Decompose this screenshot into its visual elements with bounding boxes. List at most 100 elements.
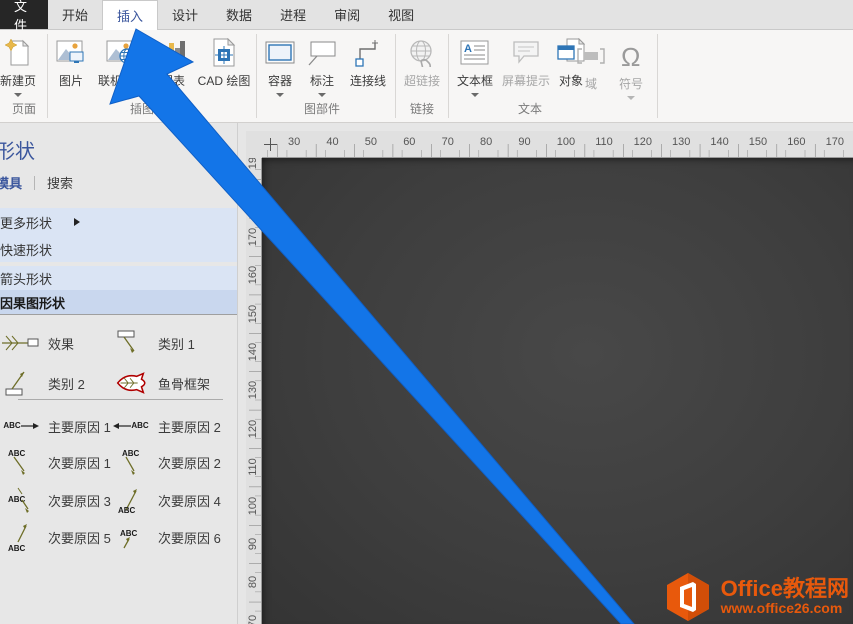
stencil-item-secondary-cause2[interactable]: ABC 次要原因 2 <box>112 445 221 479</box>
svg-text:ABC: ABC <box>8 544 26 552</box>
stencil-item-label: 鱼骨框架 <box>158 374 210 393</box>
symbol-label: 符号 <box>619 75 643 92</box>
section-arrow-shapes[interactable]: 箭头形状 <box>0 266 238 290</box>
hruler-label: 100 <box>557 136 575 148</box>
tab-view[interactable]: 视图 <box>374 0 428 29</box>
stencil-item-secondary-cause1[interactable]: ABC 次要原因 1 <box>2 445 111 479</box>
hruler-label: 170 <box>826 136 844 148</box>
stencil-item-fishbone-frame[interactable]: 鱼骨框架 <box>112 366 210 400</box>
container-label: 容器 <box>268 72 292 89</box>
tab-review[interactable]: 审阅 <box>320 0 374 29</box>
category2-shape-icon <box>2 368 40 398</box>
online-picture-label: 联机图片 <box>98 72 146 89</box>
drawing-canvas[interactable]: Office教程网 www.office26.com <box>262 158 853 624</box>
tab-design[interactable]: 设计 <box>158 0 212 29</box>
stencil-item-secondary-cause6[interactable]: ABC 次要原因 6 <box>112 520 221 554</box>
horizontal-ruler[interactable]: 30405060708090100110120130140150160170 <box>262 131 853 158</box>
stencil-item-secondary-cause4[interactable]: ABC 次要原因 4 <box>112 483 221 517</box>
dropdown-caret-icon <box>318 93 326 97</box>
abc-diagonal-down-arrow-icon: ABC <box>2 447 40 477</box>
vruler-label: 90 <box>247 532 259 556</box>
hruler-label: 120 <box>634 136 652 148</box>
connector-label: 连接线 <box>350 72 386 89</box>
ribbon: 新建页 页面 图片 <box>0 30 853 123</box>
svg-text:ABC: ABC <box>122 449 140 458</box>
hruler-label: 80 <box>480 136 492 148</box>
cause-effect-label: 因果图形状 <box>0 293 65 312</box>
hruler-label: 150 <box>749 136 767 148</box>
online-picture-icon <box>106 37 138 69</box>
vruler-label: 190 <box>247 158 259 172</box>
stencil-item-secondary-cause5[interactable]: ABC 次要原因 5 <box>2 520 111 554</box>
text-box-label: 文本框 <box>457 72 493 89</box>
vruler-label: 160 <box>247 263 259 287</box>
callout-icon <box>307 37 337 69</box>
svg-text:ABC: ABC <box>8 449 26 458</box>
stencil-item-label: 次要原因 4 <box>158 491 221 510</box>
callout-label: 标注 <box>310 72 334 89</box>
stencil-item-label: 次要原因 1 <box>48 453 111 472</box>
picture-label: 图片 <box>59 72 83 89</box>
shapes-panel-title: 形状 <box>0 135 35 164</box>
vruler-label: 100 <box>247 494 259 518</box>
abc-diagonal-up-arrow-icon: ABC <box>112 485 150 515</box>
symbol-icon: Ω <box>617 40 645 72</box>
vruler-label: 140 <box>247 340 259 364</box>
chart-icon <box>160 37 186 69</box>
stencil-item-main-cause2[interactable]: ABC 主要原因 2 <box>112 409 221 443</box>
screen-tip-label: 屏幕提示 <box>502 72 550 89</box>
ribbon-tab-bar: 文件 开始 插入 设计 数据 进程 审阅 视图 <box>0 0 853 30</box>
vruler-label: 150 <box>247 302 259 326</box>
svg-text:ABC: ABC <box>8 495 26 504</box>
abc-diagonal-down-arrow-icon: ABC <box>2 485 40 515</box>
svg-text:A: A <box>464 43 472 55</box>
tab-stencils[interactable]: 模具 <box>0 173 22 192</box>
tab-insert[interactable]: 插入 <box>102 0 158 30</box>
vertical-ruler[interactable]: 190180170160150140130120110100908070 <box>246 158 262 624</box>
tab-search[interactable]: 搜索 <box>47 173 73 192</box>
hruler-label: 130 <box>672 136 690 148</box>
stencil-item-label: 类别 2 <box>48 374 85 393</box>
dropdown-caret-icon <box>627 96 635 100</box>
vruler-label: 170 <box>247 225 259 249</box>
stencil-item-category1[interactable]: 类别 1 <box>112 326 195 360</box>
stencil-item-effect[interactable]: 效果 <box>2 326 74 360</box>
stencil-item-label: 主要原因 2 <box>158 417 221 436</box>
vruler-label: 110 <box>247 455 259 479</box>
hyperlink-icon <box>407 37 437 69</box>
dropdown-caret-icon <box>471 93 479 97</box>
section-more-shapes[interactable]: 更多形状 <box>0 208 238 236</box>
watermark-logo: Office教程网 www.office26.com <box>663 572 849 622</box>
section-quick-shapes[interactable]: 快速形状 <box>0 236 238 262</box>
office26-hexagon-icon <box>663 572 713 622</box>
stencil-item-main-cause1[interactable]: ABC 主要原因 1 <box>2 409 111 443</box>
section-cause-effect-shapes[interactable]: 因果图形状 <box>0 290 238 314</box>
container-icon <box>265 37 295 69</box>
stencil-item-label: 效果 <box>48 334 74 353</box>
cad-drawing-button[interactable]: CAD 绘图 <box>194 33 254 119</box>
tab-file[interactable]: 文件 <box>0 0 48 29</box>
dropdown-caret-icon <box>276 93 284 97</box>
ruler-corner <box>246 131 262 158</box>
svg-text:Ω: Ω <box>621 43 640 69</box>
picture-button[interactable]: 图片 <box>50 33 92 119</box>
vruler-label: 80 <box>247 570 259 594</box>
quick-shapes-label: 快速形状 <box>0 240 52 259</box>
abc-diagonal-up-arrow-icon: ABC <box>2 522 40 552</box>
hruler-label: 50 <box>365 136 377 148</box>
watermark-text: Office教程网 www.office26.com <box>721 578 849 616</box>
new-page-label: 新建页 <box>0 72 36 89</box>
symbol-button[interactable]: Ω 符号 <box>611 36 651 122</box>
tab-process[interactable]: 进程 <box>266 0 320 29</box>
vruler-label: 130 <box>247 378 259 402</box>
stencil-item-secondary-cause3[interactable]: ABC 次要原因 3 <box>2 483 111 517</box>
stencil-item-label: 次要原因 5 <box>48 528 111 547</box>
abc-diagonal-down-arrow-icon: ABC <box>112 447 150 477</box>
tab-data[interactable]: 数据 <box>212 0 266 29</box>
collapse-panel-chevron-icon[interactable] <box>220 153 226 163</box>
stencil-item-category2[interactable]: 类别 2 <box>2 366 85 400</box>
arrow-shapes-label: 箭头形状 <box>0 269 52 288</box>
hruler-label: 140 <box>710 136 728 148</box>
tab-home[interactable]: 开始 <box>48 0 102 29</box>
abc-left-arrow-icon: ABC <box>112 411 150 441</box>
